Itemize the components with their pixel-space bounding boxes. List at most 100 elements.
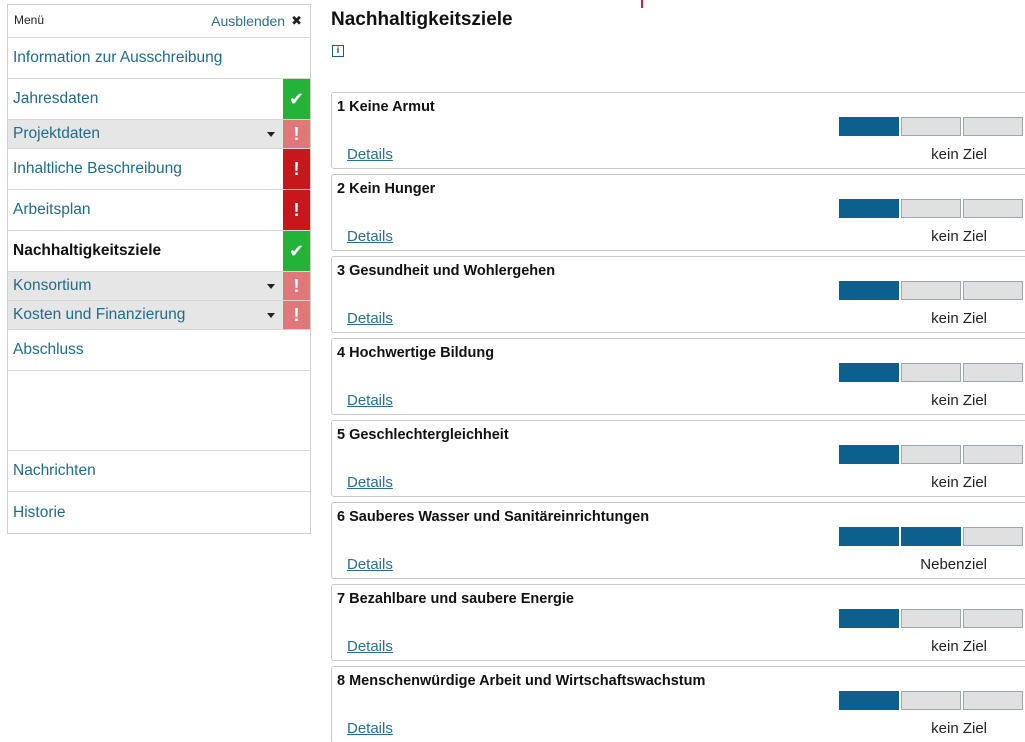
goal-level-segment[interactable] — [901, 199, 961, 218]
goal-level-segment[interactable] — [901, 609, 961, 628]
details-link[interactable]: Details — [347, 720, 393, 737]
details-link[interactable]: Details — [347, 392, 393, 409]
check-icon: ✔ — [283, 231, 310, 271]
hide-menu-button[interactable]: Ausblenden ✖ — [211, 13, 302, 29]
sidebar-item-abschluss[interactable]: Abschluss — [8, 330, 310, 371]
sidebar-item-label: Projektdaten — [13, 125, 101, 142]
details-link[interactable]: Details — [347, 146, 393, 163]
goal-level-segment[interactable] — [839, 199, 899, 218]
goal-level-selector — [839, 199, 1023, 218]
goal-level-segment[interactable] — [963, 117, 1023, 136]
warning-icon: ! — [283, 120, 310, 148]
sidebar-item-label: Konsortium — [13, 277, 92, 294]
goal-level-segment[interactable] — [839, 691, 899, 710]
sidebar-item-label: Information zur Ausschreibung — [13, 49, 223, 66]
goal-level-segment[interactable] — [901, 281, 961, 300]
goal-title: 7 Bezahlbare und saubere Energie — [337, 591, 574, 607]
details-link[interactable]: Details — [347, 310, 393, 327]
goal-title: 3 Gesundheit und Wohlergehen — [337, 263, 556, 279]
details-link[interactable]: Details — [347, 474, 393, 491]
error-icon: ! — [283, 190, 310, 230]
goal-level-selector — [839, 117, 1023, 136]
page-title: Nachhaltigkeitsziele — [331, 9, 513, 30]
sidebar-item-label: Nachhaltigkeitsziele — [13, 242, 162, 259]
goal-level-segment[interactable] — [839, 527, 899, 546]
goal-level-selector — [839, 445, 1023, 464]
sidebar-item-label: Nachrichten — [13, 462, 96, 479]
goal-status: kein Ziel — [931, 228, 987, 245]
sidebar-item-konsortium[interactable]: Konsortium ! — [8, 272, 310, 301]
caret-down-icon[interactable] — [267, 131, 275, 137]
goal-level-segment[interactable] — [901, 363, 961, 382]
sidebar-item-jahresdaten[interactable]: Jahresdaten ✔ — [8, 79, 310, 120]
red-marker — [641, 0, 643, 8]
goal-level-segment[interactable] — [839, 363, 899, 382]
info-icon[interactable]: i — [332, 45, 344, 57]
sidebar-item-label: Jahresdaten — [13, 90, 99, 107]
goal-level-segment[interactable] — [839, 445, 899, 464]
goal-level-segment[interactable] — [963, 609, 1023, 628]
goal-card: 5 Geschlechtergleichheit Details kein Ziel — [331, 420, 1025, 497]
goal-level-selector — [839, 363, 1023, 382]
error-icon: ! — [283, 149, 310, 189]
goal-level-segment[interactable] — [901, 117, 961, 136]
sidebar-item-label: Historie — [13, 503, 66, 521]
goal-level-segment[interactable] — [901, 691, 961, 710]
details-link[interactable]: Details — [347, 638, 393, 655]
goal-title: 6 Sauberes Wasser und Sanitäreinrichtung… — [337, 509, 650, 525]
hide-menu-label: Ausblenden — [211, 13, 286, 29]
goal-level-selector — [839, 609, 1023, 628]
goal-status: kein Ziel — [931, 146, 987, 163]
goal-level-segment[interactable] — [901, 445, 961, 464]
sidebar-item-kosten-und-finanzierung[interactable]: Kosten und Finanzierung ! — [8, 301, 310, 330]
goal-status: Nebenziel — [920, 556, 987, 573]
details-link[interactable]: Details — [347, 556, 393, 573]
goal-list: 1 Keine Armut Details kein Ziel 2 Kein Hung… — [331, 92, 1025, 742]
sidebar-item-historie[interactable]: Historie — [8, 492, 310, 533]
goal-card: 8 Menschenwürdige Arbeit und Wirtschafts… — [331, 666, 1025, 742]
goal-title: 2 Kein Hunger — [337, 181, 436, 197]
goal-level-segment[interactable] — [963, 691, 1023, 710]
sidebar-item-label: Inhaltliche Beschreibung — [13, 160, 182, 177]
goal-status: kein Ziel — [931, 392, 987, 409]
goal-level-segment[interactable] — [839, 609, 899, 628]
goal-level-selector — [839, 527, 1023, 546]
goal-level-selector — [839, 281, 1023, 300]
goal-level-segment[interactable] — [963, 281, 1023, 300]
goal-level-segment[interactable] — [963, 527, 1023, 546]
check-icon: ✔ — [283, 79, 310, 119]
goal-card: 4 Hochwertige Bildung Details kein Ziel — [331, 338, 1025, 415]
caret-down-icon[interactable] — [267, 312, 275, 318]
sidebar-header: Menü Ausblenden ✖ — [8, 5, 310, 38]
sidebar-item-label: Arbeitsplan — [13, 201, 91, 218]
goal-level-segment[interactable] — [839, 281, 899, 300]
sidebar-item-label: Kosten und Finanzierung — [13, 306, 186, 323]
goal-title: 8 Menschenwürdige Arbeit und Wirtschafts… — [337, 673, 706, 689]
goal-card: 2 Kein Hunger Details kein Ziel — [331, 174, 1025, 251]
sidebar-item-nachrichten[interactable]: Nachrichten — [8, 451, 310, 492]
goal-level-segment[interactable] — [963, 199, 1023, 218]
caret-down-icon[interactable] — [267, 283, 275, 289]
sidebar-item-information[interactable]: Information zur Ausschreibung — [8, 38, 310, 79]
goal-card: 1 Keine Armut Details kein Ziel — [331, 92, 1025, 169]
goal-title: 4 Hochwertige Bildung — [337, 345, 495, 361]
goal-level-segment[interactable] — [839, 117, 899, 136]
goal-level-segment[interactable] — [901, 527, 961, 546]
goal-level-segment[interactable] — [963, 445, 1023, 464]
sidebar-item-label: Abschluss — [13, 341, 84, 358]
goal-status: kein Ziel — [931, 638, 987, 655]
goal-level-segment[interactable] — [963, 363, 1023, 382]
sidebar-item-inhaltliche-beschreibung[interactable]: Inhaltliche Beschreibung ! — [8, 149, 310, 190]
details-link[interactable]: Details — [347, 228, 393, 245]
warning-icon: ! — [283, 301, 310, 329]
menu-title: Menü — [14, 13, 45, 27]
warning-icon: ! — [283, 272, 310, 300]
goal-title: 1 Keine Armut — [337, 99, 435, 115]
sidebar-item-arbeitsplan[interactable]: Arbeitsplan ! — [8, 190, 310, 231]
goal-card: 6 Sauberes Wasser und Sanitäreinrichtung… — [331, 502, 1025, 579]
goal-card: 7 Bezahlbare und saubere Energie Details k… — [331, 584, 1025, 661]
sidebar-spacer — [8, 371, 310, 451]
sidebar-item-projektdaten[interactable]: Projektdaten ! — [8, 120, 310, 149]
sidebar-item-nachhaltigkeitsziele[interactable]: Nachhaltigkeitsziele ✔ — [8, 231, 310, 272]
goal-level-selector — [839, 691, 1023, 710]
